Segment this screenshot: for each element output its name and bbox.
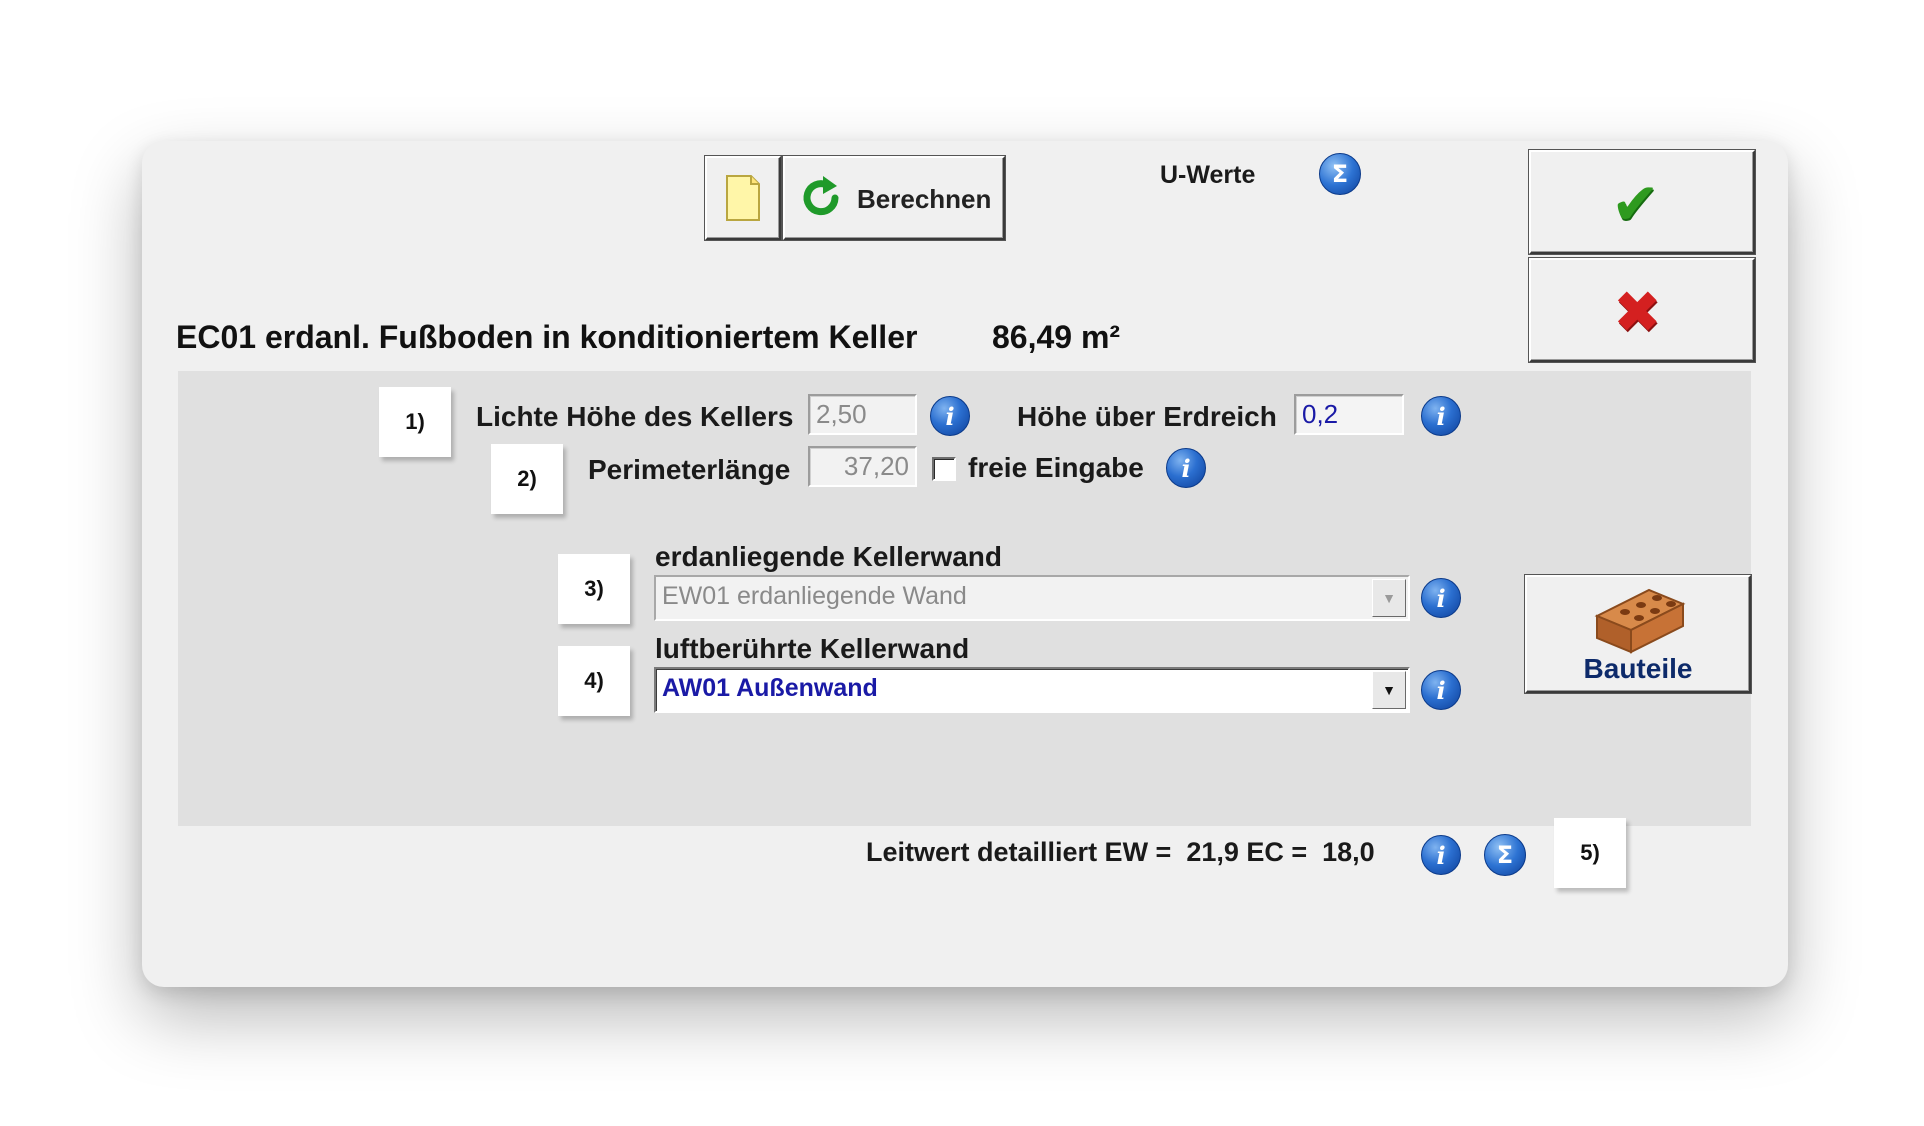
cellar-height-label: Lichte Höhe des Kellers (476, 401, 794, 432)
ground-wall-select-value: EW01 erdanliegende Wand (662, 582, 967, 610)
close-icon: ✖ (1613, 278, 1662, 346)
area-value: 86,49 m² (992, 319, 1121, 355)
brick-icon (1594, 588, 1686, 654)
height-above-ground-field[interactable]: 0,2 (1294, 394, 1404, 435)
ok-button[interactable]: ✔ (1529, 150, 1755, 254)
height-above-ground-label: Höhe über Erdreich (1017, 401, 1277, 432)
height-above-ground-info-icon[interactable]: i (1421, 396, 1461, 436)
document-icon (726, 175, 760, 221)
calculate-button-label: Berechnen (857, 184, 992, 214)
cancel-button[interactable]: ✖ (1529, 258, 1755, 362)
page-title: EC01 erdanl. Fußboden in konditioniertem… (176, 319, 918, 355)
bauteile-button-label: Bauteile (1583, 653, 1693, 684)
u-werte-sigma-icon[interactable]: Σ (1319, 153, 1361, 195)
refresh-icon (803, 176, 839, 216)
u-werte-label: U-Werte (1160, 161, 1256, 189)
conductance-info-icon[interactable]: i (1421, 835, 1461, 875)
perimeter-label: Perimeterlänge (588, 454, 791, 485)
air-wall-label: luftberührte Kellerwand (655, 633, 970, 664)
air-wall-info-icon[interactable]: i (1421, 670, 1461, 710)
cellar-height-field[interactable]: 2,50 (808, 394, 917, 435)
checkmark-icon: ✔ (1611, 170, 1660, 238)
calculate-button[interactable]: Berechnen (783, 156, 1005, 240)
step-marker-4: 4) (558, 646, 630, 716)
free-entry-checkbox[interactable] (932, 457, 956, 481)
ground-wall-select[interactable]: EW01 erdanliegende Wand ▼ (654, 575, 1410, 621)
new-document-button[interactable] (705, 156, 781, 240)
free-entry-info-icon[interactable]: i (1166, 448, 1206, 488)
step-marker-5: 5) (1554, 818, 1626, 888)
perimeter-field[interactable]: 37,20 (808, 446, 917, 487)
step-marker-1: 1) (379, 387, 451, 457)
ground-wall-label: erdanliegende Kellerwand (655, 541, 1002, 572)
chevron-down-icon[interactable]: ▼ (1372, 671, 1406, 709)
cellar-height-info-icon[interactable]: i (930, 396, 970, 436)
step-marker-2: 2) (491, 444, 563, 514)
chevron-down-icon[interactable]: ▼ (1372, 579, 1406, 617)
bauteile-button[interactable]: Bauteile (1525, 575, 1751, 693)
dialog-window: Berechnen U-Werte Σ ✔ ✖ EC01 erdanl. Fuß… (142, 141, 1788, 987)
free-entry-label: freie Eingabe (968, 452, 1144, 483)
conductance-summary: Leitwert detailliert EW = 21,9 EC = 18,0 (866, 837, 1375, 867)
air-wall-select[interactable]: AW01 Außenwand ▼ (654, 667, 1410, 713)
ground-wall-info-icon[interactable]: i (1421, 578, 1461, 618)
step-marker-3: 3) (558, 554, 630, 624)
conductance-sigma-icon[interactable]: Σ (1484, 834, 1526, 876)
air-wall-select-value: AW01 Außenwand (662, 674, 878, 702)
